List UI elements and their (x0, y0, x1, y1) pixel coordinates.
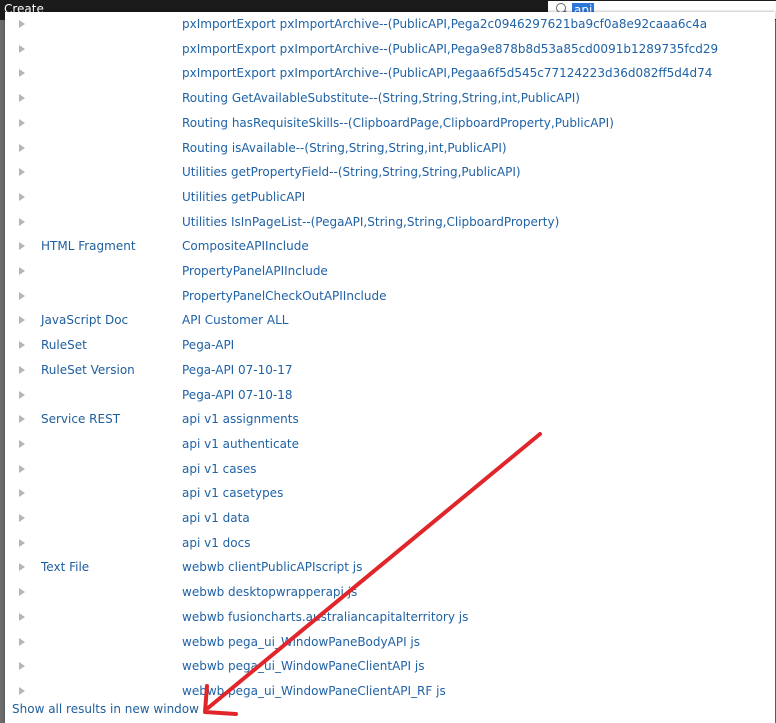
result-row[interactable]: pxImportExport pxImportArchive--(PublicA… (5, 39, 775, 63)
expand-chevron-icon[interactable] (19, 612, 25, 621)
expand-chevron-icon[interactable] (19, 44, 25, 53)
result-link[interactable]: Routing GetAvailableSubstitute--(String,… (182, 91, 580, 105)
result-category: JavaScript Doc (41, 313, 129, 328)
result-link[interactable]: webwb fusioncharts.australiancapitalterr… (182, 610, 468, 624)
expand-chevron-icon[interactable] (19, 588, 25, 597)
result-row[interactable]: JavaScript Doc API Customer ALL (5, 310, 775, 334)
result-row[interactable]: api v1 authenticate (5, 434, 775, 458)
result-row[interactable]: api v1 cases (5, 459, 775, 483)
result-link[interactable]: pxImportExport pxImportArchive--(PublicA… (182, 66, 712, 80)
result-row[interactable]: RuleSet Version Pega-API 07-10-17 (5, 360, 775, 384)
result-category: Service REST (41, 412, 121, 427)
result-row[interactable]: Routing isAvailable--(String,String,Stri… (5, 138, 775, 162)
result-row[interactable]: api v1 casetypes (5, 483, 775, 507)
expand-chevron-icon[interactable] (19, 415, 25, 424)
result-link[interactable]: api v1 cases (182, 462, 257, 476)
result-row[interactable]: pxImportExport pxImportArchive--(PublicA… (5, 63, 775, 87)
result-link[interactable]: Utilities getPropertyField--(String,Stri… (182, 165, 521, 179)
result-row[interactable]: Routing GetAvailableSubstitute--(String,… (5, 88, 775, 112)
result-category: RuleSet Version (41, 362, 135, 377)
result-link[interactable]: Routing hasRequisiteSkills--(ClipboardPa… (182, 116, 614, 130)
expand-chevron-icon[interactable] (19, 390, 25, 399)
result-row[interactable]: Service REST api v1 assignments (5, 409, 775, 433)
result-link[interactable]: Utilities getPublicAPI (182, 190, 305, 204)
result-link[interactable]: Pega-API 07-10-17 (182, 363, 293, 377)
result-row[interactable]: webwb pega_ui_WindowPaneClientAPI js (5, 656, 775, 680)
result-row[interactable]: Text File webwb clientPublicAPIscript js (5, 557, 775, 581)
expand-chevron-icon[interactable] (19, 514, 25, 522)
expand-chevron-icon[interactable] (19, 20, 25, 28)
result-link[interactable]: webwb pega_ui_WindowPaneClientAPI js (182, 659, 424, 673)
result-category: Text File (41, 560, 90, 575)
result-row[interactable]: RuleSet Pega-API (5, 335, 775, 359)
result-link[interactable]: API Customer ALL (182, 313, 288, 327)
result-row[interactable]: Pega-API 07-10-18 (5, 385, 775, 409)
result-link[interactable]: PropertyPanelAPIInclude (182, 264, 328, 278)
result-row[interactable]: Utilities getPropertyField--(String,Stri… (5, 162, 775, 186)
result-row[interactable]: PropertyPanelCheckOutAPIInclude (5, 286, 775, 310)
result-row[interactable]: Utilities getPublicAPI (5, 187, 775, 211)
result-row[interactable]: Routing hasRequisiteSkills--(ClipboardPa… (5, 113, 775, 137)
result-link[interactable]: Utilities IsInPageList--(PegaAPI,String,… (182, 215, 559, 229)
show-all-results-link[interactable]: Show all results in new window (12, 702, 199, 716)
result-category: RuleSet (41, 338, 87, 353)
expand-chevron-icon[interactable] (19, 217, 25, 226)
result-row[interactable]: webwb desktopwrapperapi js (5, 582, 775, 606)
expand-chevron-icon[interactable] (19, 291, 25, 300)
result-link[interactable]: pxImportExport pxImportArchive--(PublicA… (182, 17, 707, 31)
expand-chevron-icon[interactable] (19, 365, 25, 374)
result-row[interactable]: PropertyPanelAPIInclude (5, 261, 775, 285)
expand-chevron-icon[interactable] (19, 341, 25, 350)
result-row[interactable]: api v1 docs (5, 533, 775, 557)
result-link[interactable]: webwb pega_ui_WindowPaneBodyAPI js (182, 635, 420, 649)
expand-chevron-icon[interactable] (19, 538, 25, 547)
result-row[interactable]: HTML Fragment CompositeAPIInclude (5, 236, 775, 260)
result-link[interactable]: api v1 authenticate (182, 437, 299, 451)
expand-chevron-icon[interactable] (19, 94, 25, 103)
result-link[interactable]: Routing isAvailable--(String,String,Stri… (182, 141, 507, 155)
expand-chevron-icon[interactable] (19, 316, 25, 325)
result-link[interactable]: pxImportExport pxImportArchive--(PublicA… (182, 42, 718, 56)
result-category: HTML Fragment (41, 239, 136, 254)
expand-chevron-icon[interactable] (19, 637, 25, 646)
result-link[interactable]: api v1 docs (182, 536, 250, 550)
expand-chevron-icon[interactable] (19, 118, 25, 127)
expand-chevron-icon[interactable] (19, 143, 25, 152)
result-row[interactable]: api v1 data (5, 508, 775, 532)
expand-chevron-icon[interactable] (19, 168, 25, 177)
expand-chevron-icon[interactable] (19, 242, 25, 251)
result-row[interactable]: Utilities IsInPageList--(PegaAPI,String,… (5, 212, 775, 236)
result-link[interactable]: Pega-API (182, 338, 234, 352)
search-results-panel: pxImportExport pxImportArchive--(PublicA… (5, 12, 775, 723)
result-link[interactable]: Pega-API 07-10-18 (182, 388, 293, 402)
expand-chevron-icon[interactable] (19, 464, 25, 473)
expand-chevron-icon[interactable] (19, 686, 25, 695)
result-link[interactable]: api v1 data (182, 511, 250, 525)
result-link[interactable]: webwb desktopwrapperapi js (182, 585, 357, 599)
expand-chevron-icon[interactable] (19, 267, 25, 275)
result-link[interactable]: webwb pega_ui_WindowPaneClientAPI_RF js (182, 684, 446, 698)
expand-chevron-icon[interactable] (19, 192, 25, 201)
result-link[interactable]: api v1 casetypes (182, 486, 283, 500)
result-link[interactable]: webwb clientPublicAPIscript js (182, 560, 362, 574)
expand-chevron-icon[interactable] (19, 69, 25, 78)
expand-chevron-icon[interactable] (19, 662, 25, 671)
result-row[interactable]: webwb pega_ui_WindowPaneBodyAPI js (5, 632, 775, 656)
result-link[interactable]: api v1 assignments (182, 412, 299, 426)
result-link[interactable]: PropertyPanelCheckOutAPIInclude (182, 289, 387, 303)
expand-chevron-icon[interactable] (19, 489, 25, 498)
result-row[interactable]: pxImportExport pxImportArchive--(PublicA… (5, 14, 775, 38)
result-row[interactable]: webwb fusioncharts.australiancapitalterr… (5, 607, 775, 631)
expand-chevron-icon[interactable] (19, 563, 25, 572)
expand-chevron-icon[interactable] (19, 439, 25, 448)
result-link[interactable]: CompositeAPIInclude (182, 239, 309, 253)
